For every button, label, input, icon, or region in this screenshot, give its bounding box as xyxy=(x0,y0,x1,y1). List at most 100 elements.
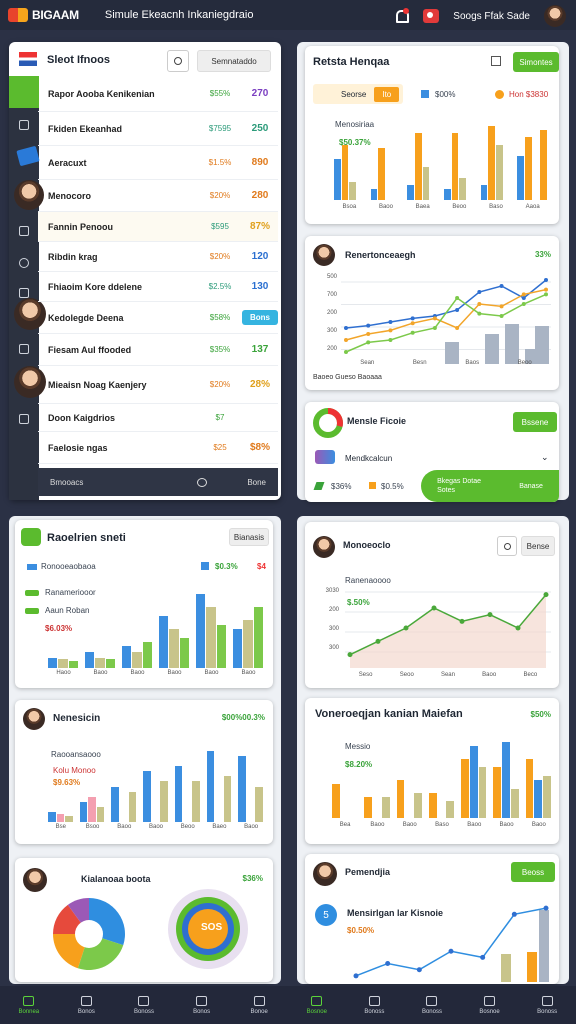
x-tick-label: Baoo xyxy=(167,670,182,676)
data-point xyxy=(521,296,526,300)
sidebar-icon-3[interactable] xyxy=(19,226,29,236)
bottom-nav-item[interactable]: Bonoss xyxy=(115,986,173,1024)
bottom-nav-item[interactable]: Bonoss xyxy=(518,986,576,1024)
bar-card3-pct: $00%00.3% xyxy=(221,713,265,722)
series-line xyxy=(355,907,547,977)
list-item-pct: $7 xyxy=(215,413,225,422)
bottom-nav-label: Bonoss xyxy=(421,1008,442,1015)
sidebar-active-item[interactable] xyxy=(9,76,39,108)
bottom-nav-item[interactable]: Bonoss xyxy=(403,986,461,1024)
bottom-nav-item[interactable]: Bosnoe xyxy=(288,986,346,1024)
search-icon xyxy=(503,542,511,550)
bottom-nav-item[interactable]: Bosnoe xyxy=(461,986,519,1024)
revenue-tag2: Ito xyxy=(374,86,400,102)
sidebar-icon-1[interactable] xyxy=(19,120,29,130)
list-footer-right[interactable]: Bone xyxy=(247,478,266,487)
y-tick-label: 3030 xyxy=(325,588,339,594)
area-card-title: Monoeoclo xyxy=(343,540,391,550)
line-chart-card: Renertonceaegh 33% 500 700 200 300 200 Sean B… xyxy=(305,236,559,390)
list-item-name: Ribdin krag xyxy=(48,251,98,262)
area-action-button[interactable]: Bense xyxy=(521,536,555,556)
list-item[interactable]: Fiesam Aul ffooded $35% 137 xyxy=(38,334,278,366)
last-card-button[interactable]: Beoss xyxy=(511,862,555,882)
nav-icon xyxy=(426,995,438,1006)
background-bar xyxy=(501,954,511,982)
user-avatar[interactable] xyxy=(544,5,566,27)
list-action-button[interactable]: Semnataddo xyxy=(197,50,271,72)
donut-btn-right: Banase xyxy=(519,482,543,490)
notification-bell-icon[interactable] xyxy=(393,8,410,24)
y-tick-label: 500 xyxy=(326,274,337,280)
x-tick-label: Beoo xyxy=(452,204,467,210)
list-footer-left[interactable]: Bmooacs xyxy=(50,478,197,487)
bottom-nav-item[interactable]: Bonoe xyxy=(230,986,288,1024)
chart-bar xyxy=(461,759,469,818)
bottom-nav-item[interactable]: Bonoss xyxy=(346,986,404,1024)
chart-bar xyxy=(480,185,488,200)
gradient-icon xyxy=(315,450,335,464)
background-bar xyxy=(505,324,519,364)
sidebar-icon-7[interactable] xyxy=(19,414,29,424)
list-item[interactable]: Kedolegde Deena $58% Bons xyxy=(38,302,278,334)
data-point xyxy=(455,308,460,312)
chart-bar xyxy=(478,767,487,818)
list-item[interactable]: Rapor Aooba Kenikenian $55% 270 xyxy=(38,76,278,112)
bottom-nav-item[interactable]: Bonos xyxy=(58,986,116,1024)
bar-card2-green-tag2 xyxy=(25,608,39,614)
x-tick-label: Beoo xyxy=(517,360,532,366)
list-item-name: Doon Kaigdrios xyxy=(48,412,115,423)
revenue-action-button[interactable]: Simontes xyxy=(513,52,559,72)
alert-icon[interactable] xyxy=(423,9,440,23)
data-point xyxy=(544,292,548,297)
area-search-button[interactable] xyxy=(497,536,517,556)
list-item[interactable]: Aeracuxt $1.5% 890 xyxy=(38,146,278,180)
bottom-nav-label: Bosnoe xyxy=(306,1008,327,1015)
data-point xyxy=(455,326,460,330)
list-item-name: Aeracuxt xyxy=(48,157,87,168)
data-point xyxy=(432,326,437,330)
user-label[interactable]: Soogs Ffak Sade xyxy=(453,11,530,22)
chart-bar xyxy=(469,746,478,818)
sidebar-icon-4[interactable] xyxy=(19,258,29,268)
bar-card3-x-axis: Bse Bsoo Baoo Baoo Beoo Baeo Baoo xyxy=(45,824,267,834)
list-item[interactable]: Doon Kaigdrios $7 xyxy=(38,404,278,432)
chart-bar xyxy=(216,624,226,668)
bottom-nav-item[interactable]: Bonnea xyxy=(0,986,58,1024)
pie-hole xyxy=(75,920,103,948)
bar-card2-icon xyxy=(21,528,41,546)
x-tick-label: Baoo xyxy=(93,670,108,676)
x-tick-label: Sean xyxy=(360,360,375,366)
chevron-down-icon[interactable]: ⌄ xyxy=(541,452,549,463)
bottom-nav-label: Bonoss xyxy=(364,1008,385,1015)
chart-bar xyxy=(223,776,232,822)
bar-card2-button[interactable]: Bianasis xyxy=(229,528,269,546)
list-item[interactable]: Ribdin krag $20% 120 xyxy=(38,242,278,272)
donut-footer-button[interactable]: Bkegas Dotae Sotes Banase xyxy=(421,470,559,502)
message-icon[interactable] xyxy=(197,477,208,487)
data-point xyxy=(480,954,486,960)
search-button[interactable] xyxy=(167,50,189,72)
sidebar-icon-6[interactable] xyxy=(19,344,29,354)
revenue-checkbox[interactable] xyxy=(491,56,501,66)
area-fill xyxy=(350,594,546,668)
line-card-avatar xyxy=(313,244,335,266)
bar-card2-x-axis: Haoo Baoo Baoo Baoo Baoo Baoo xyxy=(45,670,267,680)
bar-card2-legend2: $0.3% xyxy=(215,562,238,571)
pie-chart xyxy=(53,898,125,970)
chart-bar xyxy=(196,594,206,668)
nav-icon xyxy=(311,995,323,1006)
list-item[interactable]: Fhiaoim Kore ddelene $2.5% 130 xyxy=(38,272,278,302)
list-item[interactable]: Faelosie ngas $25 $8% xyxy=(38,432,278,464)
data-point xyxy=(499,284,504,288)
list-item[interactable]: Menocoro $20% 280 xyxy=(38,180,278,212)
donut-action-button[interactable]: Bssene xyxy=(513,412,557,432)
list-item[interactable]: Fkiden Ekeanhad $7595 250 xyxy=(38,112,278,146)
list-item[interactable]: Mieaisn Noag Kaenjery $20% 28% xyxy=(38,366,278,404)
bottom-nav-item[interactable]: Bonos xyxy=(173,986,231,1024)
sidebar-icon-5[interactable] xyxy=(19,288,29,298)
chart-bar xyxy=(192,781,200,822)
list-item[interactable]: Fannin Penoou $595 87% xyxy=(38,212,278,242)
legend-1: $00% xyxy=(435,90,456,99)
chart-bar xyxy=(349,181,356,200)
revenue-tag[interactable]: Seorse Ito xyxy=(313,84,403,104)
